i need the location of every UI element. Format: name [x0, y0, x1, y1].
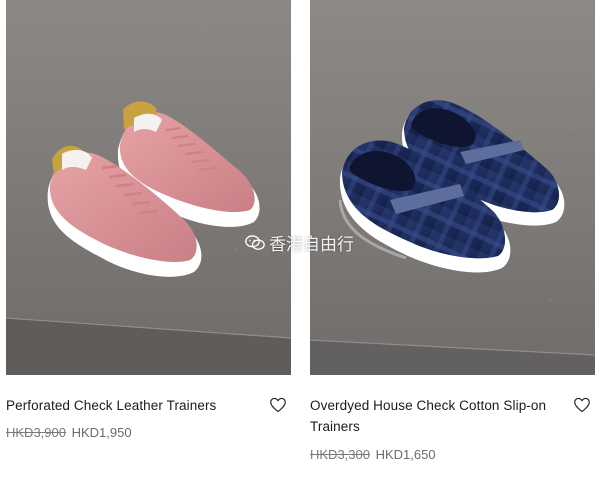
- price-row: HKD3,300 HKD1,650: [310, 447, 595, 462]
- original-price: HKD3,900: [6, 425, 66, 440]
- product-image-pink-trainers[interactable]: [6, 0, 291, 375]
- heart-outline-icon[interactable]: [269, 397, 287, 413]
- original-price: HKD3,300: [310, 447, 370, 462]
- product-card[interactable]: Overdyed House Check Cotton Slip-on Trai…: [310, 0, 595, 462]
- product-info: Perforated Check Leather Trainers HKD3,9…: [6, 395, 291, 440]
- product-info: Overdyed House Check Cotton Slip-on Trai…: [310, 395, 595, 462]
- sale-price: HKD1,950: [71, 425, 132, 440]
- product-name[interactable]: Perforated Check Leather Trainers: [6, 395, 291, 416]
- heart-outline-icon[interactable]: [573, 397, 591, 413]
- product-card[interactable]: Perforated Check Leather Trainers HKD3,9…: [6, 0, 291, 440]
- product-photo: [6, 0, 291, 375]
- product-photo: [310, 0, 595, 375]
- sale-price: HKD1,650: [375, 447, 436, 462]
- product-grid: Perforated Check Leather Trainers HKD3,9…: [0, 0, 600, 485]
- product-image-navy-slip-ons[interactable]: [310, 0, 595, 375]
- price-row: HKD3,900 HKD1,950: [6, 425, 291, 440]
- product-name[interactable]: Overdyed House Check Cotton Slip-on Trai…: [310, 395, 595, 437]
